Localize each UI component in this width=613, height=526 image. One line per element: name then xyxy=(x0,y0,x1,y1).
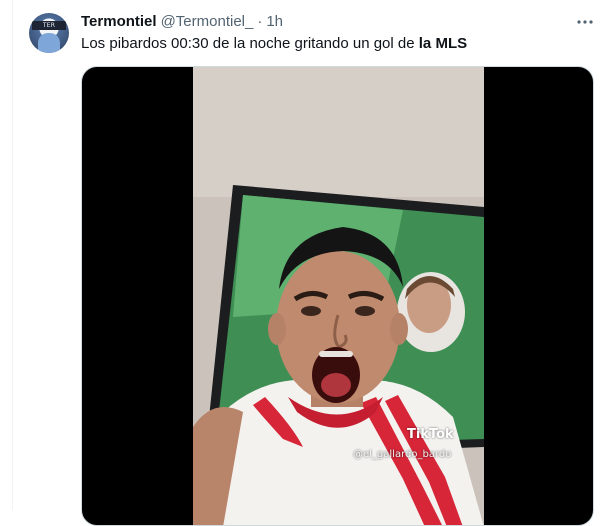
avatar[interactable]: TER xyxy=(29,13,69,53)
more-options-button[interactable] xyxy=(575,13,595,31)
tiktok-handle: @el_gallardo_bardo xyxy=(353,449,452,460)
more-horizontal-icon xyxy=(577,20,593,24)
avatar-badge: TER xyxy=(32,21,66,30)
tweet-text-bold: la MLS xyxy=(418,35,468,52)
avatar-figure xyxy=(38,33,60,53)
tweet-text: Los pibardos 00:30 de la noche gritando … xyxy=(81,34,467,54)
timestamp[interactable]: 1h xyxy=(266,13,283,31)
video-frame: TikTok @el_gallardo_bardo xyxy=(193,67,484,525)
tweet-header: Termontiel @Termontiel_ · 1h xyxy=(81,13,283,31)
tweet-video[interactable]: TikTok @el_gallardo_bardo xyxy=(81,66,594,526)
timeline-divider xyxy=(12,0,13,510)
user-handle[interactable]: @Termontiel_ xyxy=(161,13,254,31)
tweet-text-plain: Los pibardos 00:30 de la noche gritando … xyxy=(81,35,419,52)
display-name[interactable]: Termontiel xyxy=(81,13,157,31)
tweet[interactable]: TER Termontiel @Termontiel_ · 1h Los pib… xyxy=(0,0,613,526)
tiktok-watermark: TikTok xyxy=(407,427,454,442)
separator-dot: · xyxy=(257,13,263,30)
